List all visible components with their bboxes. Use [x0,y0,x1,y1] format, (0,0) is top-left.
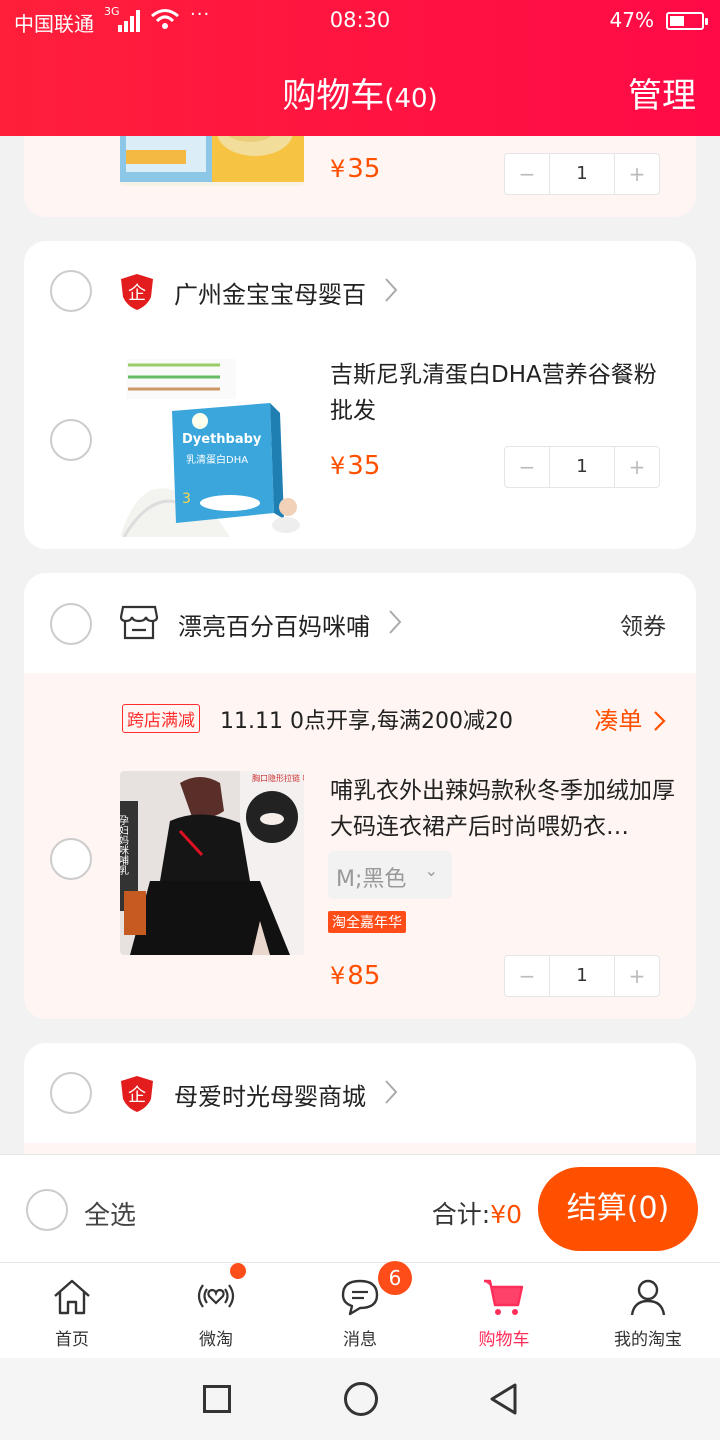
cart-list[interactable]: ¥35 − 1 + 企 广州金宝宝母婴百 Dyethbaby 乳清蛋白DHA 3… [0,136,720,1154]
page-title: 购物车(40) [282,76,438,116]
checkout-bar: 全选 合计:¥0 结算(0) [0,1154,720,1262]
store-header[interactable]: 企 广州金宝宝母婴百 [24,241,696,341]
decrease-button[interactable]: − [505,956,549,996]
tab-my-taobao[interactable]: 我的淘宝 [576,1263,720,1359]
store-card: 漂亮百分百妈咪哺 领券 跨店满减 11.11 0点开享,每满200减20 凑单 [24,573,696,1019]
quantity-stepper: − 1 + [504,153,660,195]
item-title[interactable]: 哺乳衣外出辣妈款秋冬季加绒加厚大码连衣裙产后时尚喂奶衣… [330,773,675,845]
back-button[interactable] [488,1382,518,1416]
quantity-value[interactable]: 1 [549,956,615,996]
quantity-value[interactable]: 1 [549,447,615,487]
store-name[interactable]: 母爱时光母婴商城 [174,1077,366,1112]
home-icon [54,1279,90,1315]
bottom-tab-bar: 首页 微淘 6 消息 购物车 我的淘宝 [0,1261,720,1359]
store-name[interactable]: 广州金宝宝母婴百 [174,275,366,310]
checkout-button[interactable]: 结算(0) [538,1167,698,1251]
item-price: ¥85 [330,961,381,991]
shield-brand-icon: 企 [121,274,153,310]
increase-button[interactable]: + [615,447,659,487]
battery-percent: 47% [609,8,654,32]
chevron-right-icon [389,610,402,634]
store-card: ¥35 − 1 + [24,136,696,217]
product-image[interactable]: 孕妇妈咪哺乳 胸口隐形拉链 哺乳口 [120,771,304,955]
message-icon [341,1279,379,1316]
manage-button[interactable]: 管理 [628,68,696,117]
system-nav-bar [0,1358,720,1440]
store-header[interactable]: 企 母爱时光母婴商城 [24,1043,696,1143]
select-all-label[interactable]: 全选 [84,1195,136,1232]
product-image[interactable]: Dyethbaby 乳清蛋白DHA 3 [120,353,304,537]
recent-apps-button[interactable] [203,1385,231,1413]
tab-weitao[interactable]: 微淘 [144,1263,288,1359]
item-price: ¥35 [330,451,381,481]
add-on-link[interactable]: 凑单 [594,701,666,736]
svg-text:3: 3 [182,491,191,507]
status-bar: 中国联通 3G ··· 08:30 47% [0,0,720,42]
product-image[interactable] [120,136,304,186]
svg-text:胸口隐形拉链 哺乳口: 胸口隐形拉链 哺乳口 [252,773,304,783]
sku-value: M;黑色 [336,867,407,892]
chevron-right-icon [385,1080,398,1104]
promo-badge: 淘全嘉年华 [328,911,406,933]
store-select-radio[interactable] [50,1072,92,1114]
promo-text: 11.11 0点开享,每满200减20 [220,709,513,734]
sku-selector[interactable]: M;黑色 ⌄ [328,851,452,899]
store-name[interactable]: 漂亮百分百妈咪哺 [178,607,370,642]
tab-home[interactable]: 首页 [0,1263,144,1359]
increase-button[interactable]: + [615,154,659,194]
broadcast-heart-icon [197,1284,235,1308]
tab-label: 购物车 [478,1330,530,1350]
chevron-right-icon [654,711,666,731]
new-content-dot [230,1263,246,1279]
svg-text:企: 企 [128,283,146,304]
item-title[interactable]: 吉斯尼乳清蛋白DHA营养谷餐粉批发 [330,357,675,429]
store-select-radio[interactable] [50,270,92,312]
promo-section: 跨店满减 11.11 0点开享,每满200减20 凑单 孕妇妈咪哺乳 胸口隐形拉… [24,673,696,1019]
decrease-button[interactable]: − [505,447,549,487]
promo-tag: 跨店满减 [122,704,200,733]
increase-button[interactable]: + [615,956,659,996]
svg-text:Dyethbaby: Dyethbaby [182,432,262,447]
store-header[interactable]: 漂亮百分百妈咪哺 领券 [24,573,696,673]
svg-text:企: 企 [128,1085,146,1106]
promo-section [24,1143,696,1154]
item-price: ¥35 [330,154,381,184]
cart-count: (40) [384,84,438,114]
chevron-right-icon [385,278,398,302]
user-icon [630,1279,666,1316]
tab-label: 微淘 [199,1330,233,1350]
svg-text:孕妇妈咪哺乳: 孕妇妈咪哺乳 [120,815,129,875]
quantity-stepper: − 1 + [504,446,660,488]
tab-label: 我的淘宝 [614,1330,682,1350]
store-select-radio[interactable] [50,603,92,645]
item-select-radio[interactable] [50,419,92,461]
tab-messages[interactable]: 6 消息 [288,1261,432,1359]
quantity-stepper: − 1 + [504,955,660,997]
unread-badge: 6 [378,1261,412,1295]
select-all-radio[interactable] [26,1189,68,1231]
quantity-value[interactable]: 1 [549,154,615,194]
cart-icon [484,1279,524,1315]
tab-label: 消息 [343,1330,377,1350]
chevron-down-icon: ⌄ [424,861,438,880]
store-card: 企 母爱时光母婴商城 [24,1043,696,1154]
battery-icon [666,12,708,30]
home-button[interactable] [344,1382,378,1416]
tab-label: 首页 [55,1330,89,1350]
decrease-button[interactable]: − [505,154,549,194]
item-select-radio[interactable] [50,838,92,880]
tab-cart[interactable]: 购物车 [432,1263,576,1359]
total-amount: 合计:¥0 [431,1200,522,1229]
shield-brand-icon: 企 [121,1076,153,1112]
store-icon [120,605,158,640]
svg-text:乳清蛋白DHA: 乳清蛋白DHA [186,453,248,466]
get-coupon-button[interactable]: 领券 [620,607,666,641]
app-header: 中国联通 3G ··· 08:30 47% 购物车(40) 管理 [0,0,720,136]
store-card: 企 广州金宝宝母婴百 Dyethbaby 乳清蛋白DHA 3 吉斯尼乳清蛋白DH… [24,241,696,549]
